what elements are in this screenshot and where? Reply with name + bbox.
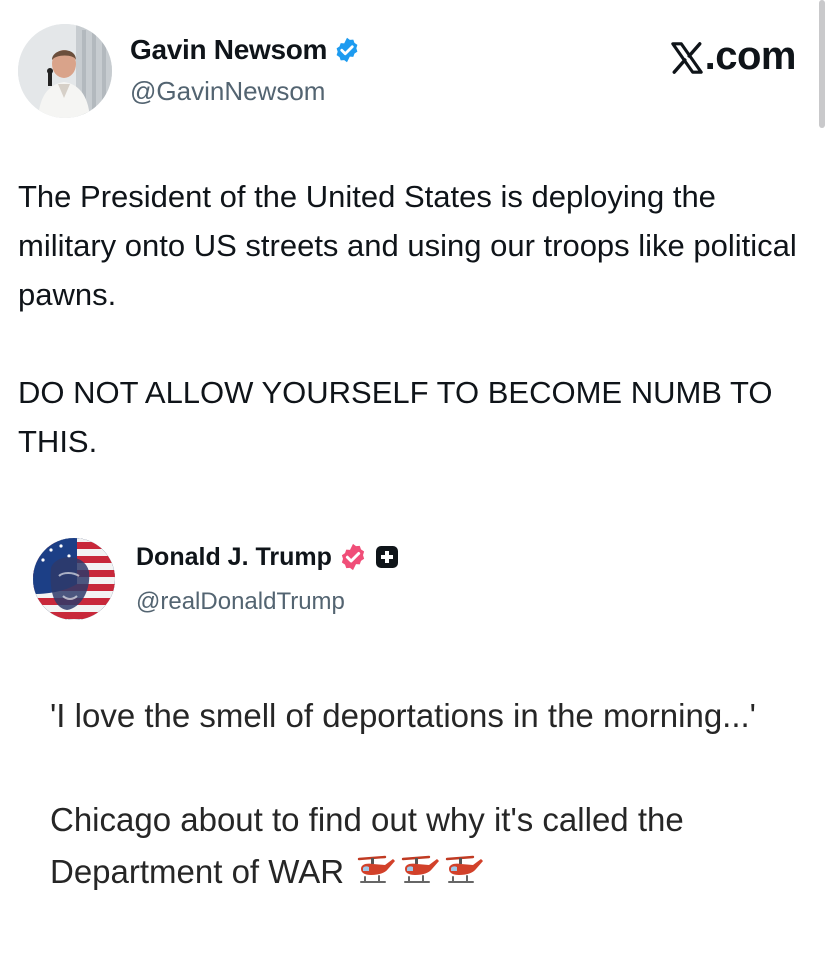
helicopter-icon <box>355 850 397 884</box>
quoted-post-paragraph: 'I love the smell of deportations in the… <box>50 697 756 734</box>
scrollbar[interactable] <box>819 0 825 128</box>
plus-square-icon <box>375 546 398 568</box>
helicopter-icon <box>399 850 441 884</box>
post-paragraph: DO NOT ALLOW YOURSELF TO BECOME NUMB TO … <box>18 375 773 459</box>
person-avatar-icon <box>18 24 112 118</box>
author-name-text: Gavin Newsom <box>130 34 328 65</box>
author-name[interactable]: Gavin Newsom <box>130 34 361 66</box>
quoted-author-handle[interactable]: @realDonaldTrump <box>136 588 345 616</box>
x-brand[interactable]: .com <box>670 34 797 79</box>
x-logo-icon <box>670 40 704 74</box>
post-text: The President of the United States is de… <box>18 172 808 466</box>
helicopter-icon <box>443 850 485 884</box>
quoted-author-name-text: Donald J. Trump <box>136 542 332 571</box>
post-paragraph: The President of the United States is de… <box>18 179 797 312</box>
verified-badge-icon <box>338 542 368 572</box>
brand-suffix: .com <box>704 34 797 78</box>
author-avatar[interactable] <box>18 24 112 118</box>
author-handle[interactable]: @GavinNewsom <box>130 76 325 107</box>
flag-portrait-avatar-icon <box>33 538 115 620</box>
quoted-post-paragraph: Chicago about to find out why it's calle… <box>50 794 810 898</box>
quoted-post-text: 'I love the smell of deportations in the… <box>50 690 810 898</box>
verified-badge-icon <box>333 36 361 64</box>
quoted-author-name[interactable]: Donald J. Trump <box>136 542 398 572</box>
quoted-author-avatar[interactable] <box>33 538 115 620</box>
